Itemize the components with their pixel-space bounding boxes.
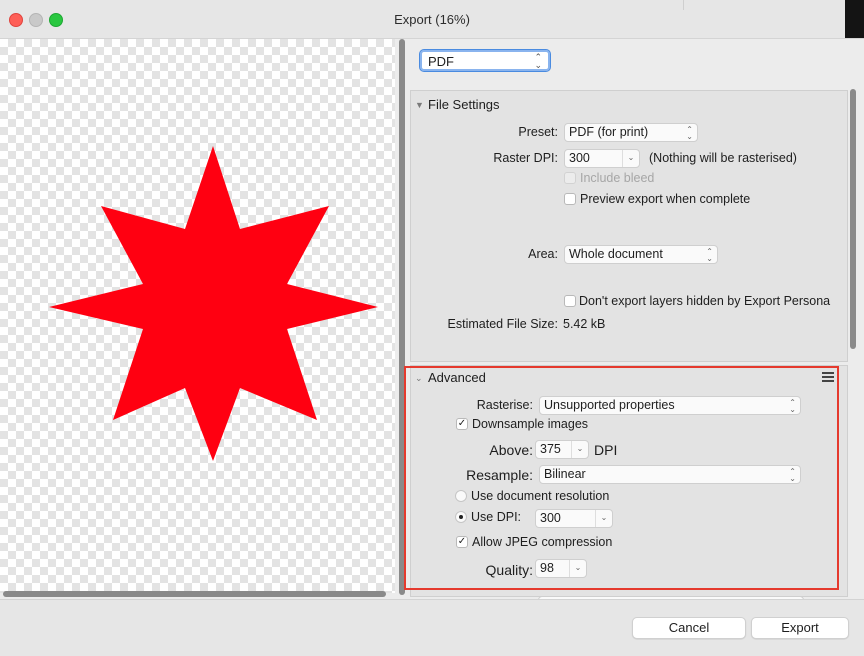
raster-note: (Nothing will be rasterised) [649,151,797,165]
use-dpi-label: Use DPI: [471,510,522,524]
include-bleed-label: Include bleed [580,171,655,185]
chevron-down-icon[interactable]: ⌄ [571,441,588,458]
star-shape [49,146,378,461]
estimated-size-value: 5.42 kB [563,317,606,331]
export-preview [0,39,395,593]
include-bleed-checkbox[interactable] [564,172,576,184]
up-down-chevron-icon: ⌃ ⌄ [686,125,693,141]
area-value: Whole document [569,247,663,261]
red-star [49,146,378,461]
disclosure-chevron-icon[interactable]: ⌄ [415,373,423,384]
resample-label: Resample: [466,467,533,483]
area-select[interactable]: Whole document ⌃ ⌄ [564,245,718,264]
quality-label: Quality: [485,562,533,578]
advanced-title[interactable]: Advanced [428,370,486,385]
preview-vertical-scrollbar[interactable] [398,39,406,599]
downsample-checkbox[interactable]: ✓ [456,418,468,430]
cancel-button[interactable]: Cancel [632,617,746,639]
jpeg-compression-label: Allow JPEG compression [472,535,613,549]
raster-dpi-value: 300 [569,151,590,165]
hidden-layers-label: Don't export layers hidden by Export Per… [579,294,831,308]
chevron-down-icon[interactable]: ⌄ [595,510,612,527]
use-dpi-radio[interactable] [455,511,467,523]
quality-combo[interactable]: 98 ⌄ [535,559,587,578]
preview-export-checkbox[interactable] [564,193,576,205]
use-document-resolution-label: Use document resolution [471,489,610,503]
background-window-edge [683,0,724,10]
resample-select[interactable]: Bilinear ⌃ ⌄ [539,465,801,484]
above-value: 375 [540,442,561,456]
use-dpi-value: 300 [540,511,561,525]
settings-scroll-thumb[interactable] [850,89,856,349]
export-dialog: Export (16%) PDF ⌃ ⌄ ▼ File Settings Pres… [0,0,864,656]
chevron-down-icon[interactable]: ⌄ [569,560,586,577]
preview-export-label: Preview export when complete [580,192,751,206]
preset-label: Preset: [518,125,558,139]
title-bar: Export (16%) [0,0,864,39]
export-button[interactable]: Export [751,617,849,639]
preset-value: PDF (for print) [569,125,649,139]
preset-select[interactable]: PDF (for print) ⌃ ⌄ [564,123,698,142]
chevron-down-icon[interactable]: ⌄ [622,150,639,167]
use-dpi-combo[interactable]: 300 ⌄ [535,509,613,528]
background-window-dark-edge [845,0,864,38]
jpeg-compression-checkbox[interactable]: ✓ [456,536,468,548]
above-dpi-combo[interactable]: 375 ⌄ [535,440,589,459]
above-unit: DPI [594,442,618,458]
area-label: Area: [528,247,558,261]
window-title: Export (16%) [394,12,470,27]
rasterise-select[interactable]: Unsupported properties ⌃ ⌄ [539,396,801,415]
up-down-chevron-icon: ⌃ ⌄ [534,52,542,70]
downsample-label: Downsample images [472,417,589,431]
hidden-layers-checkbox[interactable] [564,295,576,307]
above-label: Above: [489,442,533,458]
settings-vertical-scrollbar[interactable] [849,89,857,599]
estimated-size-label: Estimated File Size: [447,317,558,331]
hamburger-icon[interactable] [822,372,834,382]
rasterise-value: Unsupported properties [544,398,675,412]
disclosure-chevron-icon[interactable]: ▼ [415,100,424,110]
preview-scroll-thumb[interactable] [399,39,405,595]
raster-dpi-label: Raster DPI: [493,151,558,165]
use-document-resolution-radio[interactable] [455,490,467,502]
raster-dpi-combo[interactable]: 300 ⌄ [564,149,640,168]
format-select[interactable]: PDF ⌃ ⌄ [419,49,551,72]
quality-value: 98 [540,561,554,575]
file-settings-title[interactable]: File Settings [428,97,500,112]
preview-horizontal-scrollbar[interactable] [3,591,386,597]
up-down-chevron-icon: ⌃ ⌄ [706,247,713,263]
dialog-footer: Cancel Export [0,599,864,656]
rasterise-label: Rasterise: [476,398,533,412]
up-down-chevron-icon: ⌃ ⌄ [789,398,796,414]
resample-value: Bilinear [544,467,586,481]
format-value: PDF [428,54,454,69]
up-down-chevron-icon: ⌃ ⌄ [789,467,796,483]
